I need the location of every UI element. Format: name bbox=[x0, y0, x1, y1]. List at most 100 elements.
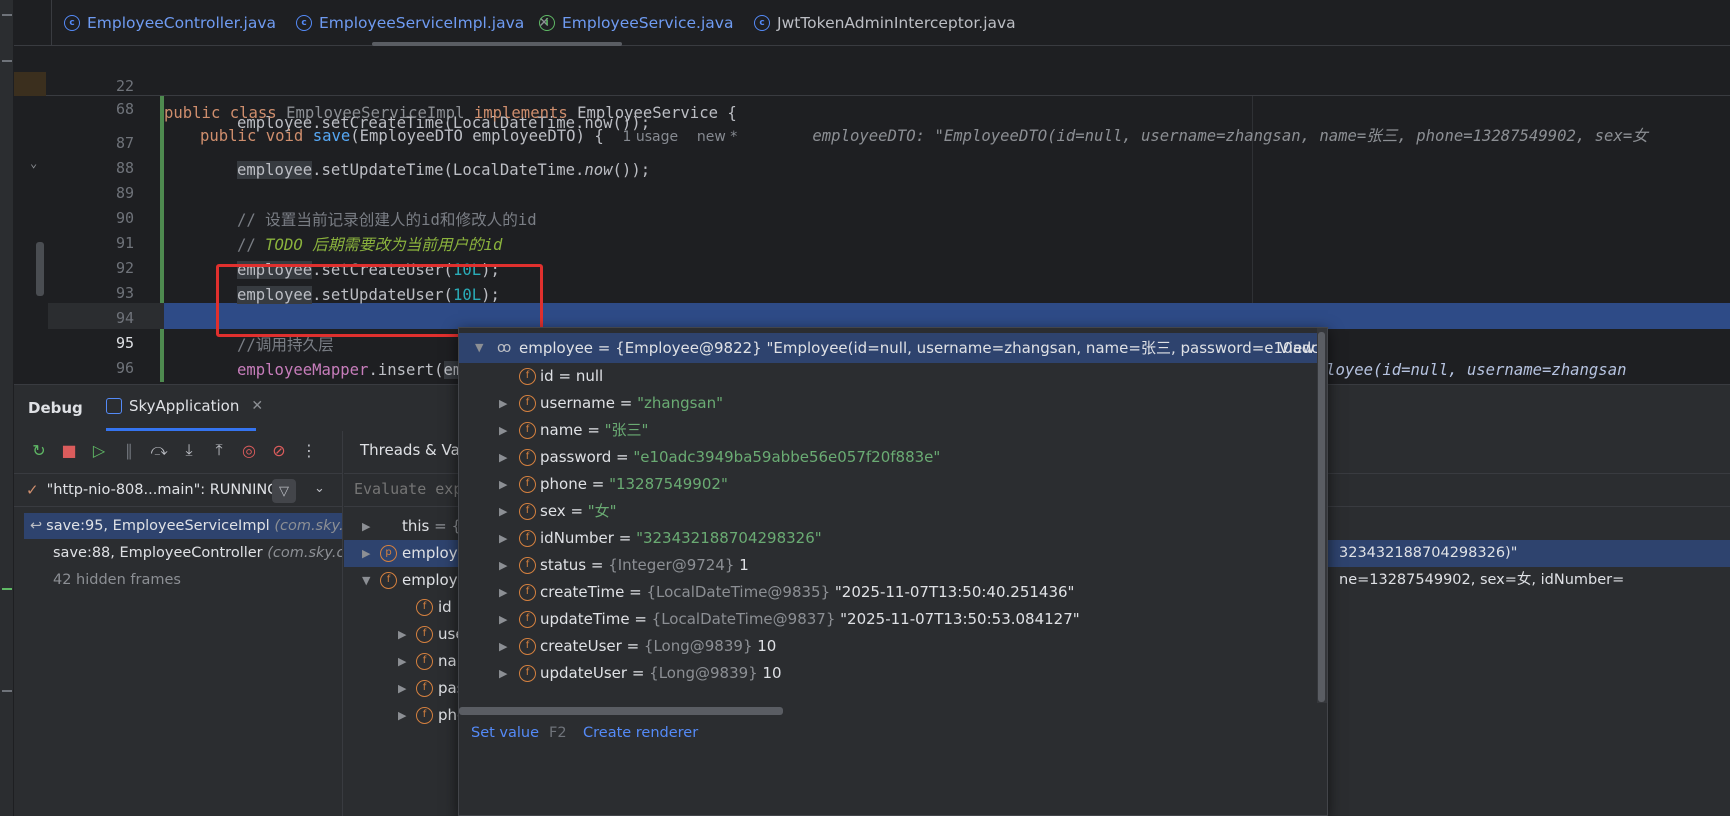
popup-horizontal-scrollbar[interactable] bbox=[459, 707, 783, 715]
variable-value-tail: 323432188704298326)" bbox=[1339, 545, 1518, 561]
frame-item[interactable]: ↩save:95, EmployeeServiceImpl (com.sky.s… bbox=[24, 513, 342, 539]
hidden-frames-link[interactable]: 42 hidden frames bbox=[24, 567, 342, 593]
chevron-right-icon[interactable]: ▶ bbox=[499, 444, 507, 471]
evaluate-expression-input[interactable] bbox=[354, 480, 464, 498]
field-row-updatetime[interactable]: ▶ f updateTime = {LocalDateTime@9837} "202… bbox=[459, 606, 1317, 633]
frame-name: save:95, EmployeeServiceImpl bbox=[46, 518, 270, 534]
usage-hint[interactable]: 1 usage bbox=[623, 129, 679, 145]
field-row-password[interactable]: ▶ f password = "e10adc3949ba59abbe56e057f2… bbox=[459, 444, 1317, 471]
chevron-right-icon[interactable]: ▶ bbox=[398, 621, 406, 648]
chevron-right-icon[interactable]: ▶ bbox=[499, 417, 507, 444]
chevron-right-icon[interactable]: ▶ bbox=[362, 540, 370, 567]
tab-threads-variables[interactable]: Threads & Vari bbox=[360, 441, 470, 459]
tab-jwt-token-admin-interceptor[interactable]: c JwtTokenAdminInterceptor.java bbox=[754, 0, 1016, 46]
view-link[interactable]: View bbox=[1279, 333, 1315, 363]
field-text: idNumber = "323432188704298326" bbox=[540, 525, 822, 552]
chevron-right-icon[interactable]: ▶ bbox=[398, 648, 406, 675]
field-row-createtime[interactable]: ▶ f createTime = {LocalDateTime@9835} "202… bbox=[459, 579, 1317, 606]
step-into-icon[interactable]: ⤓ bbox=[176, 437, 202, 463]
strip-icon-debug[interactable] bbox=[2, 588, 12, 590]
chevron-right-icon[interactable]: ▶ bbox=[499, 660, 507, 687]
stop-icon[interactable]: ■ bbox=[56, 437, 82, 463]
method-name: save bbox=[312, 127, 351, 145]
chevron-down-icon[interactable]: ▼ bbox=[475, 333, 483, 363]
field-name: name bbox=[540, 421, 583, 439]
field-name: createTime bbox=[540, 583, 625, 601]
filter-icon[interactable]: ▽ bbox=[272, 479, 296, 503]
chevron-down-icon[interactable]: ▼ bbox=[362, 567, 370, 594]
chevron-right-icon[interactable]: ▶ bbox=[398, 702, 406, 729]
field-row-username[interactable]: ▶ f username = "zhangsan" bbox=[459, 390, 1317, 417]
field-icon: f bbox=[519, 449, 536, 466]
code-line-92[interactable]: 92 employee.setUpdateUser(10L); bbox=[14, 228, 1730, 304]
tab-employee-controller[interactable]: c EmployeeController.java bbox=[64, 0, 276, 46]
mute-breakpoints-icon[interactable]: ⊘ bbox=[266, 437, 292, 463]
pause-icon[interactable]: ∥ bbox=[116, 437, 142, 463]
check-icon: ✓ bbox=[26, 481, 39, 499]
session-tab-label: SkyApplication bbox=[129, 397, 240, 415]
field-value: "323432188704298326" bbox=[636, 529, 822, 547]
debug-toolbar: ↻ ■ ▷ ∥ ⤼ ⤓ ⤒ ◎ ⊘ ⋮ bbox=[26, 435, 346, 465]
sticky-line-68[interactable]: 68 public void save(EmployeeDTO employee… bbox=[14, 69, 1730, 145]
resume-icon[interactable]: ▷ bbox=[86, 437, 112, 463]
close-icon[interactable]: ✕ bbox=[251, 398, 263, 414]
tab-label: EmployeeController.java bbox=[87, 14, 276, 32]
set-value-action[interactable]: Set value F2 bbox=[471, 718, 567, 748]
code-line-90[interactable]: 90 // TODO 后期需要改为当前用户的id bbox=[14, 178, 1730, 254]
keyword: implements bbox=[473, 104, 568, 122]
popup-scroll-thumb[interactable] bbox=[1318, 332, 1325, 702]
strip-icon-bookmark[interactable] bbox=[2, 60, 12, 62]
chevron-down-icon[interactable]: ⌄ bbox=[314, 481, 325, 496]
code-line-91[interactable]: 91 employee.setCreateUser(10L); bbox=[14, 203, 1730, 279]
field-text: name = "张三" bbox=[540, 417, 648, 444]
field-row-phone[interactable]: ▶ f phone = "13287549902" bbox=[459, 471, 1317, 498]
field-row-id[interactable]: f id = null bbox=[459, 363, 1317, 390]
field-row-status[interactable]: ▶ f status = {Integer@9724} 1 bbox=[459, 552, 1317, 579]
step-over-icon[interactable]: ⤼ bbox=[146, 437, 172, 463]
field-text: createUser = {Long@9839} 10 bbox=[540, 633, 776, 660]
more-options-icon[interactable]: ⋮ bbox=[296, 437, 322, 463]
return-arrow-icon: ↩ bbox=[30, 518, 43, 534]
field-icon: f bbox=[519, 422, 536, 439]
chevron-right-icon[interactable]: ▶ bbox=[499, 525, 507, 552]
tab-employee-service-impl[interactable]: c EmployeeServiceImpl.java ✕ bbox=[296, 0, 550, 46]
chevron-right-icon[interactable]: ▶ bbox=[499, 606, 507, 633]
field-value: "e10adc3949ba59abbe56e057f20f883e" bbox=[633, 448, 941, 466]
field-icon: f bbox=[519, 584, 536, 601]
field-row-sex[interactable]: ▶ f sex = "女" bbox=[459, 498, 1317, 525]
field-equals: = bbox=[553, 367, 576, 385]
debug-session-tab[interactable]: SkyApplication ✕ bbox=[106, 397, 263, 415]
field-text: status = {Integer@9724} 1 bbox=[540, 552, 749, 579]
field-equals: = bbox=[586, 556, 609, 574]
field-row-createuser[interactable]: ▶ f createUser = {Long@9839} 10 bbox=[459, 633, 1317, 660]
strip-icon-top[interactable] bbox=[2, 14, 12, 16]
rerun-icon[interactable]: ↻ bbox=[26, 437, 52, 463]
parameter-icon: p bbox=[380, 545, 397, 562]
strip-icon-bottom[interactable] bbox=[2, 690, 12, 692]
popup-header-row[interactable]: ▼ ꝏ employee = {Employee@9822} "Employee… bbox=[459, 333, 1317, 363]
chevron-right-icon[interactable]: ▶ bbox=[499, 471, 507, 498]
panel-divider[interactable] bbox=[342, 431, 343, 816]
create-renderer-link[interactable]: Create renderer bbox=[583, 718, 698, 748]
thread-selector[interactable]: ✓ "http-nio-808...main": RUNNING ▽ ⌄ bbox=[14, 473, 342, 507]
field-row-idnumber[interactable]: ▶ f idNumber = "323432188704298326" bbox=[459, 525, 1317, 552]
field-equals: = bbox=[565, 502, 588, 520]
chevron-right-icon[interactable]: ▶ bbox=[499, 633, 507, 660]
chevron-right-icon[interactable]: ▶ bbox=[398, 675, 406, 702]
field-icon: f bbox=[416, 680, 433, 697]
tab-employee-service[interactable]: i EmployeeService.java bbox=[539, 0, 733, 46]
sticky-lines-header: 22 public class EmployeeServiceImpl impl… bbox=[14, 46, 1730, 145]
step-out-icon[interactable]: ⤒ bbox=[206, 437, 232, 463]
chevron-right-icon[interactable]: ▶ bbox=[499, 552, 507, 579]
chevron-right-icon[interactable]: ▶ bbox=[499, 390, 507, 417]
chevron-right-icon[interactable]: ▶ bbox=[362, 513, 370, 540]
frame-item[interactable]: save:88, EmployeeController (com.sky.con… bbox=[24, 540, 342, 566]
view-breakpoints-icon[interactable]: ◎ bbox=[236, 437, 262, 463]
frames-list: ↩ save:95, EmployeeServiceImpl (com.sky. s… bbox=[14, 511, 342, 816]
chevron-right-icon[interactable]: ▶ bbox=[499, 579, 507, 606]
code-line-89[interactable]: 89 // 设置当前记录创建人的id和修改人的id bbox=[14, 153, 1730, 229]
chevron-right-icon[interactable]: ▶ bbox=[499, 498, 507, 525]
field-row-updateuser[interactable]: ▶ f updateUser = {Long@9839} 10 bbox=[459, 660, 1317, 687]
set-value-link[interactable]: Set value bbox=[471, 725, 539, 741]
field-row-name[interactable]: ▶ f name = "张三" bbox=[459, 417, 1317, 444]
